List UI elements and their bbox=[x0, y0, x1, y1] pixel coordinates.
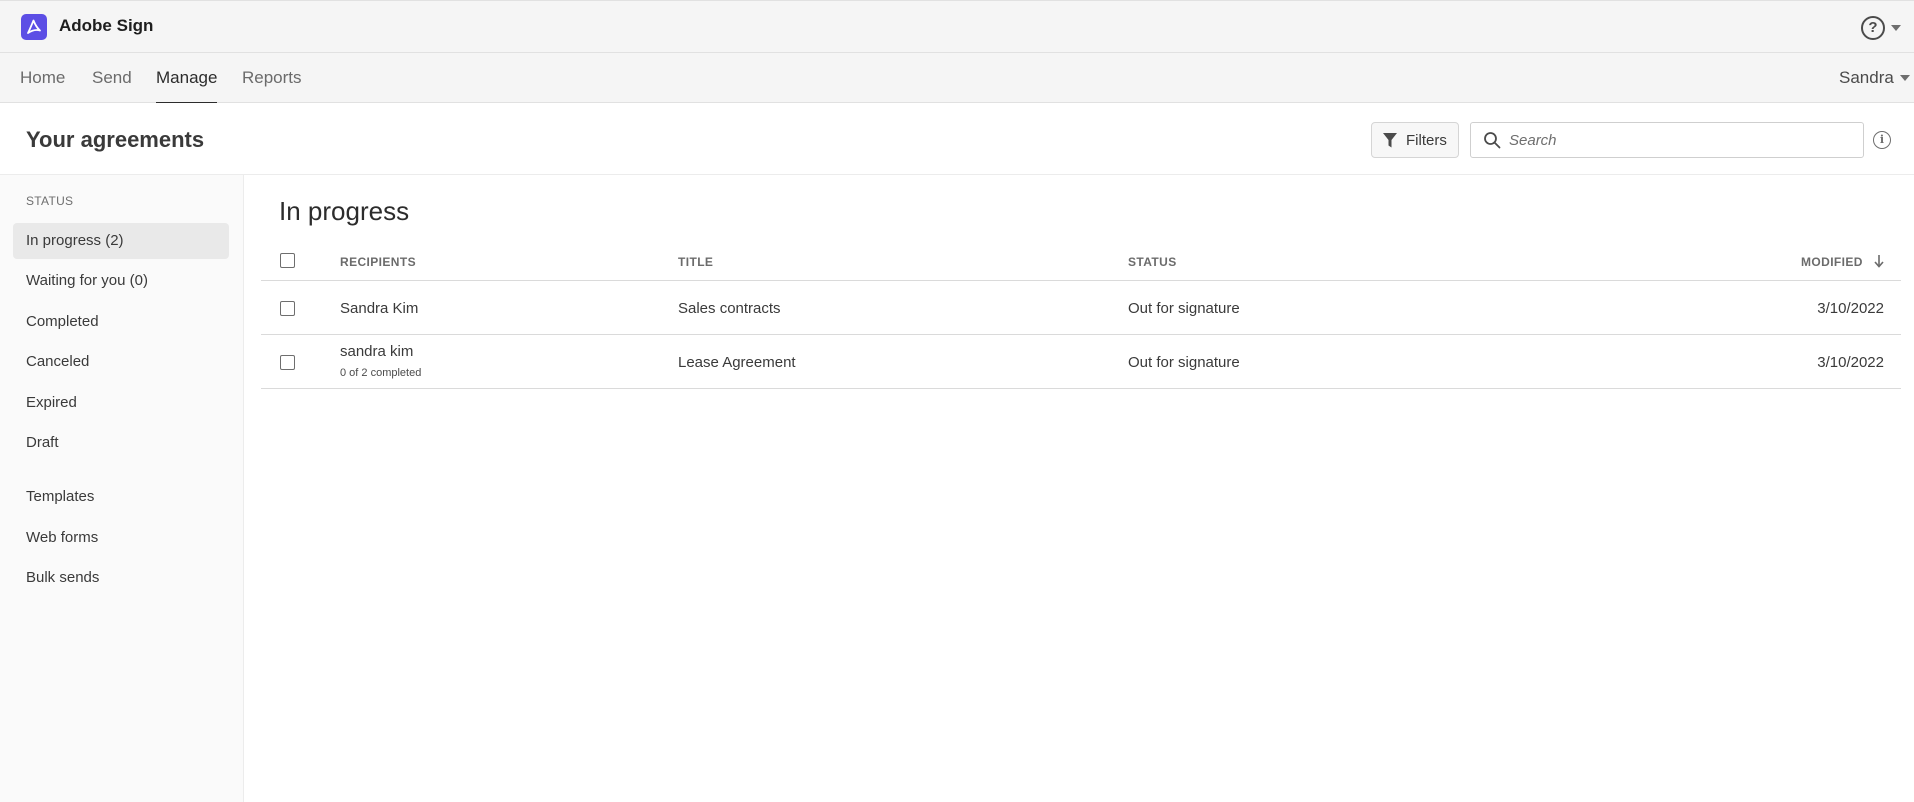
row-checkbox[interactable] bbox=[280, 355, 295, 370]
filters-label: Filters bbox=[1406, 131, 1447, 149]
row-status: Out for signature bbox=[1128, 354, 1240, 371]
page-header: Your agreements Filters i bbox=[0, 103, 1914, 175]
sidebar-item-templates[interactable]: Templates bbox=[13, 479, 229, 515]
row-progress-text: 0 of 2 completed bbox=[340, 367, 422, 379]
sidebar-item-draft[interactable]: Draft bbox=[13, 425, 229, 461]
help-icon[interactable]: ? bbox=[1861, 16, 1885, 40]
row-status: Out for signature bbox=[1128, 300, 1240, 317]
filters-button[interactable]: Filters bbox=[1371, 122, 1459, 158]
column-recipients[interactable]: RECIPIENTS bbox=[340, 255, 416, 269]
section-title: In progress bbox=[279, 196, 410, 226]
sidebar-heading: STATUS bbox=[26, 194, 74, 208]
column-modified[interactable]: MODIFIED bbox=[1801, 255, 1863, 269]
sidebar-item-in-progress[interactable]: In progress (2) bbox=[13, 223, 229, 259]
user-name: Sandra bbox=[1839, 68, 1894, 87]
sidebar-item-canceled[interactable]: Canceled bbox=[13, 344, 229, 380]
filter-icon bbox=[1383, 132, 1397, 147]
main-nav: Home Send Manage Reports Sandra bbox=[0, 53, 1914, 104]
user-menu[interactable]: Sandra bbox=[1839, 53, 1910, 103]
table-row[interactable]: Sandra Kim Sales contracts Out for signa… bbox=[261, 281, 1901, 335]
search-input[interactable] bbox=[1509, 131, 1839, 149]
row-title[interactable]: Lease Agreement bbox=[678, 354, 796, 371]
sidebar-item-web-forms[interactable]: Web forms bbox=[13, 520, 229, 556]
search-box[interactable] bbox=[1470, 122, 1864, 158]
tab-home[interactable]: Home bbox=[20, 53, 65, 103]
tab-send[interactable]: Send bbox=[92, 53, 132, 103]
column-title[interactable]: TITLE bbox=[678, 255, 713, 269]
adobe-acrobat-logo-icon[interactable] bbox=[21, 14, 47, 40]
row-modified: 3/10/2022 bbox=[1817, 354, 1884, 371]
tab-reports[interactable]: Reports bbox=[242, 53, 302, 103]
select-all-checkbox[interactable] bbox=[280, 253, 295, 268]
row-modified: 3/10/2022 bbox=[1817, 300, 1884, 317]
chevron-down-icon bbox=[1891, 25, 1901, 31]
tab-manage[interactable]: Manage bbox=[156, 53, 218, 104]
sidebar-item-bulk-sends[interactable]: Bulk sends bbox=[13, 560, 229, 596]
table-header: RECIPIENTS TITLE STATUS MODIFIED bbox=[261, 243, 1901, 281]
info-icon[interactable]: i bbox=[1873, 131, 1891, 149]
page-title: Your agreements bbox=[26, 127, 205, 152]
row-title[interactable]: Sales contracts bbox=[678, 300, 781, 317]
column-status[interactable]: STATUS bbox=[1128, 255, 1177, 269]
row-checkbox[interactable] bbox=[280, 301, 295, 316]
row-recipient: sandra kim bbox=[340, 343, 414, 360]
status-sidebar: STATUS In progress (2) Waiting for you (… bbox=[0, 175, 244, 802]
help-menu[interactable]: ? bbox=[1861, 15, 1905, 41]
sidebar-item-completed[interactable]: Completed bbox=[13, 304, 229, 340]
top-header: Adobe Sign ? bbox=[0, 0, 1914, 53]
table-row[interactable]: sandra kim 0 of 2 completed Lease Agreem… bbox=[261, 335, 1901, 389]
chevron-down-icon bbox=[1899, 75, 1910, 81]
app-title: Adobe Sign bbox=[59, 16, 154, 35]
search-icon bbox=[1484, 132, 1501, 149]
row-recipient: Sandra Kim bbox=[340, 300, 419, 317]
sidebar-item-expired[interactable]: Expired bbox=[13, 385, 229, 421]
sort-descending-icon[interactable] bbox=[1874, 254, 1884, 268]
sidebar-item-waiting-for-you[interactable]: Waiting for you (0) bbox=[13, 263, 229, 299]
